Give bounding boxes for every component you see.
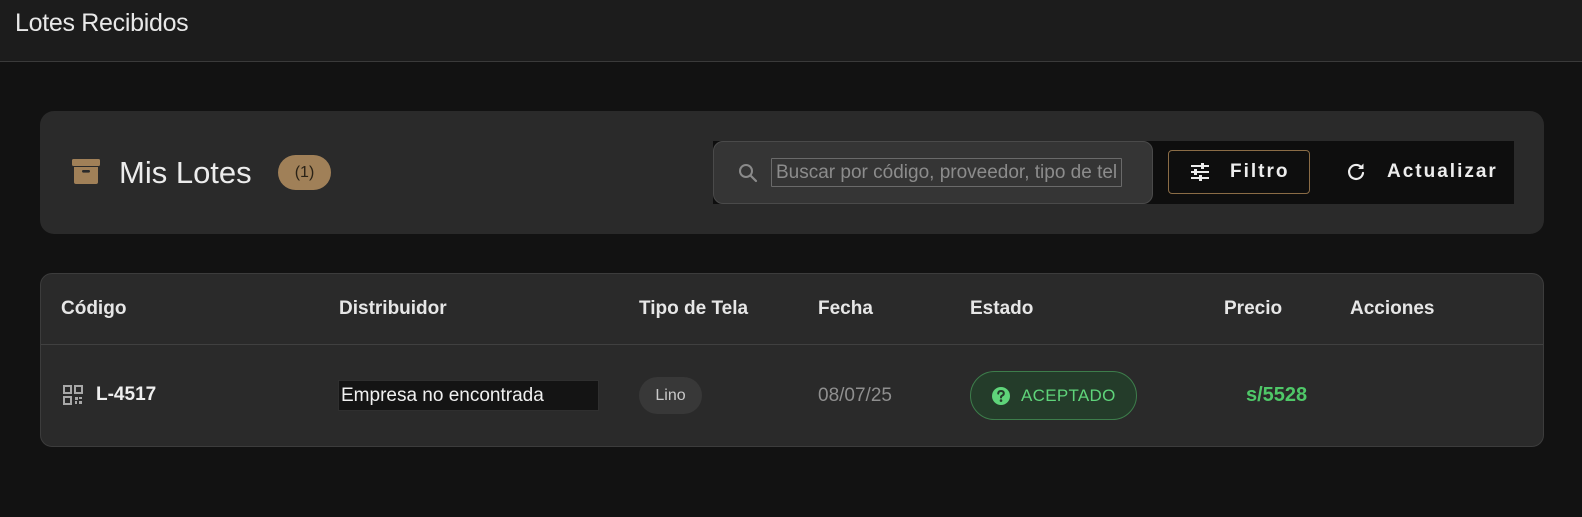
fabric-type-chip: Lino	[639, 377, 702, 414]
lot-code: L-4517	[96, 384, 157, 405]
column-header-tipo-tela[interactable]: Tipo de Tela	[639, 298, 748, 320]
lots-table: Código Distribuidor Tipo de Tela Fecha E…	[40, 273, 1544, 447]
filter-button-label: Filtro	[1230, 161, 1290, 182]
column-header-codigo[interactable]: Código	[61, 298, 126, 320]
page-title: Lotes Recibidos	[15, 9, 189, 37]
status-badge: ACEPTADO	[970, 371, 1137, 420]
toolbar: Filtro Actualizar	[713, 141, 1514, 204]
refresh-icon	[1347, 163, 1365, 180]
table-row[interactable]: L-4517 Empresa no encontrada Lino 08/07/…	[41, 346, 1543, 446]
count-badge: (1)	[278, 155, 331, 190]
date-cell: 08/07/25	[818, 385, 892, 406]
table-header: Código Distribuidor Tipo de Tela Fecha E…	[41, 274, 1543, 345]
code-cell: L-4517	[62, 384, 156, 406]
column-header-precio[interactable]: Precio	[1224, 298, 1282, 320]
search-box	[713, 141, 1153, 204]
filter-button[interactable]: Filtro	[1168, 150, 1310, 194]
search-input[interactable]	[771, 158, 1122, 187]
price-cell: s/5528	[1246, 384, 1308, 406]
column-header-distribuidor[interactable]: Distribuidor	[339, 298, 447, 320]
column-header-acciones: Acciones	[1350, 298, 1435, 319]
distributor-cell: Empresa no encontrada	[338, 380, 599, 411]
help-circle-icon	[992, 386, 1010, 405]
search-icon	[739, 164, 758, 183]
lots-header-card: Mis Lotes (1) Filtro	[40, 111, 1544, 234]
refresh-button[interactable]: Actualizar	[1343, 150, 1503, 194]
archive-box-icon	[72, 159, 100, 184]
column-header-fecha[interactable]: Fecha	[818, 298, 873, 320]
section-title: Mis Lotes	[119, 155, 252, 190]
status-label: ACEPTADO	[1021, 385, 1116, 405]
top-bar: Lotes Recibidos	[0, 0, 1582, 62]
qr-code-icon	[63, 385, 83, 405]
column-header-estado[interactable]: Estado	[970, 298, 1033, 320]
refresh-button-label: Actualizar	[1387, 161, 1498, 182]
tune-icon	[1191, 163, 1209, 181]
